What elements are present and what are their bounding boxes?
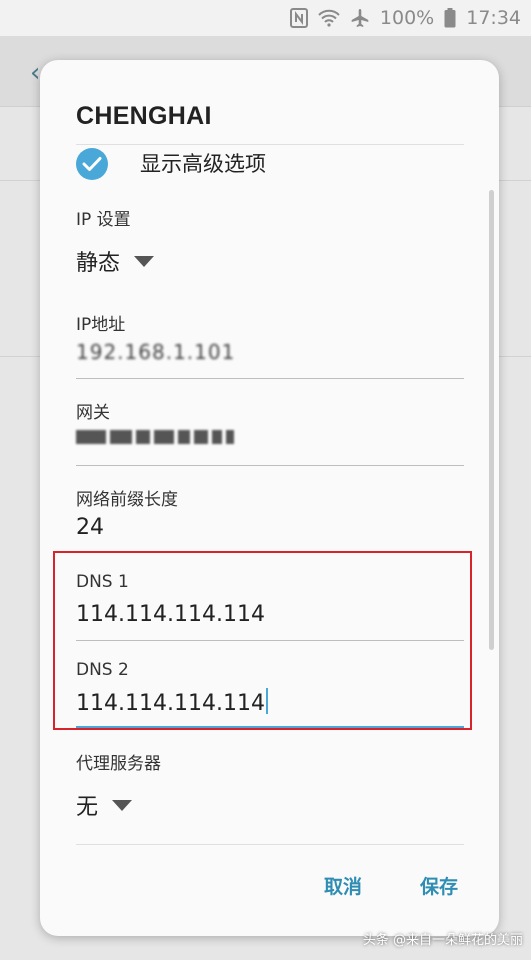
ip-address-underline: [76, 378, 464, 379]
advanced-options-checkbox[interactable]: 显示高级选项: [76, 146, 266, 182]
proxy-dropdown[interactable]: 无: [76, 789, 133, 821]
advanced-options-label: 显示高级选项: [140, 152, 266, 176]
prefix-length-input[interactable]: 24: [76, 515, 104, 540]
watermark: 头条 @来自一朵鲜花的美丽: [362, 933, 523, 948]
dropdown-arrow-icon: [112, 799, 133, 811]
battery-icon: [444, 8, 456, 28]
bottom-divider: [76, 844, 464, 845]
cancel-button[interactable]: 取消: [324, 872, 362, 899]
battery-percent: 100%: [379, 7, 435, 29]
checkmark-icon[interactable]: [76, 148, 108, 180]
proxy-label: 代理服务器: [76, 754, 161, 774]
prefix-length-label: 网络前缀长度: [76, 490, 178, 510]
ip-settings-value: 静态: [76, 251, 121, 276]
wifi-network-dialog: CHENGHAI 显示高级选项 IP 设置 静态 IP地址 192.168.1.…: [40, 60, 499, 936]
dropdown-arrow-icon: [134, 255, 155, 267]
ip-settings-dropdown[interactable]: 静态: [76, 245, 155, 277]
gateway-underline: [76, 465, 464, 466]
save-button[interactable]: 保存: [420, 872, 458, 899]
gateway-label: 网关: [76, 403, 110, 423]
scrollbar[interactable]: [489, 190, 494, 650]
ip-address-label: IP地址: [76, 315, 126, 335]
status-bar: 100% 17:34: [0, 0, 531, 36]
proxy-value: 无: [76, 795, 99, 820]
dns-highlight-annotation: [53, 551, 472, 730]
ip-address-input[interactable]: 192.168.1.101: [76, 340, 235, 364]
nfc-icon: [289, 8, 308, 28]
wifi-icon: [318, 9, 340, 27]
airplane-icon: [350, 8, 370, 28]
gateway-input[interactable]: [76, 430, 234, 444]
clock: 17:34: [466, 7, 521, 29]
ip-settings-label: IP 设置: [76, 210, 131, 230]
dialog-title: CHENGHAI: [76, 102, 212, 130]
title-divider: [76, 144, 464, 145]
back-arrow-icon: ‹: [30, 58, 41, 88]
status-icons: 100% 17:34: [289, 6, 521, 30]
